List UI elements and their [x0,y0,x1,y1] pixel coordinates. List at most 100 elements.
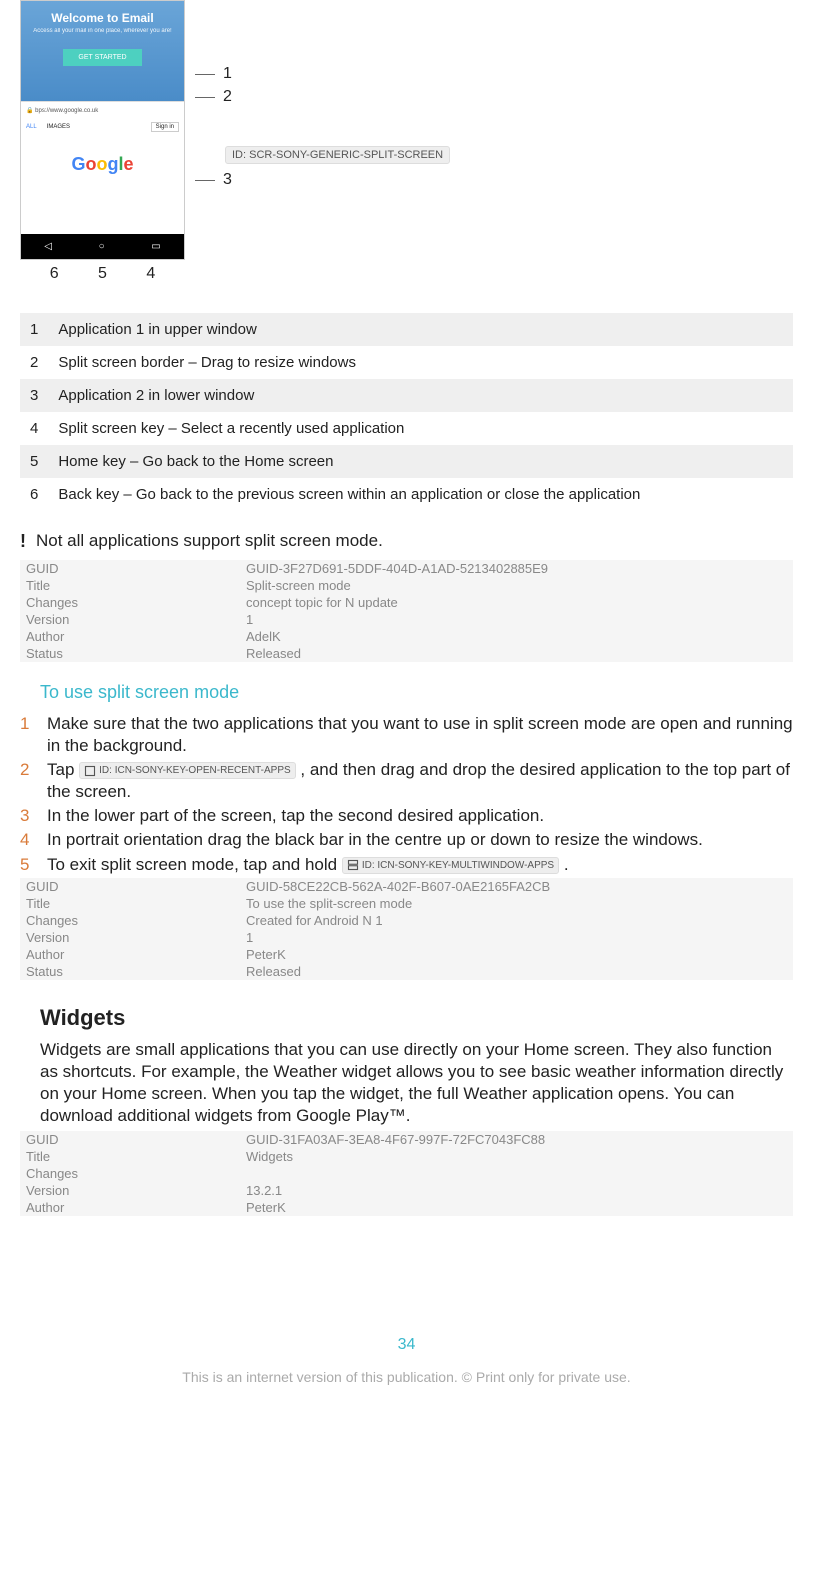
meta-label: Author [20,628,240,645]
meta-value: Released [240,645,793,662]
recent-apps-icon: ID: ICN-SONY-KEY-OPEN-RECENT-APPS [79,762,296,779]
meta-value: Created for Android N 1 [240,912,793,929]
page-number: 34 [20,1336,793,1354]
phone-mockup: Welcome to Email Access all your mail in… [20,0,185,260]
meta-label: Changes [20,912,240,929]
meta-label: GUID [20,560,240,577]
step-text: To exit split screen mode, tap and hold … [47,854,793,876]
callout-3: 3 [223,171,232,189]
meta-value: GUID-58CE22CB-562A-402F-B607-0AE2165FA2C… [240,878,793,895]
legend-num: 4 [20,412,48,445]
meta-value: GUID-31FA03AF-3EA8-4F67-997F-72FC7043FC8… [240,1131,793,1148]
step-number: 5 [20,854,32,876]
lock-icon: 🔒 [26,107,33,114]
callout-1: 1 [223,65,232,83]
meta-value: 13.2.1 [240,1182,793,1199]
tab-all: ALL [26,124,37,130]
legend-text: Home key – Go back to the Home screen [48,445,793,478]
footer-note: This is an internet version of this publ… [20,1369,793,1405]
meta-value: Released [240,963,793,980]
meta-value: AdelK [240,628,793,645]
meta-label: GUID [20,878,240,895]
callout-4: 4 [146,265,155,283]
meta-label: Author [20,1199,240,1216]
legend-text: Application 2 in lower window [48,379,793,412]
metadata-table-3: GUIDGUID-31FA03AF-3EA8-4F67-997F-72FC704… [20,1131,793,1216]
callout-2: 2 [223,88,232,106]
meta-value: PeterK [240,1199,793,1216]
meta-label: Version [20,611,240,628]
step-text: Make sure that the two applications that… [47,713,793,757]
legend-num: 3 [20,379,48,412]
legend-table: 1Application 1 in upper window 2Split sc… [20,313,793,511]
legend-num: 5 [20,445,48,478]
icon-id: ID: ICN-SONY-KEY-MULTIWINDOW-APPS [362,859,554,872]
step-text: In portrait orientation drag the black b… [47,829,793,851]
meta-label: Title [20,577,240,594]
step-text-part: Tap [47,760,79,779]
step-number: 1 [20,713,32,757]
multiwindow-icon: ID: ICN-SONY-KEY-MULTIWINDOW-APPS [342,857,559,874]
note-text: Not all applications support split scree… [36,531,383,551]
nav-bar: ◁ ○ ▭ [21,234,184,259]
metadata-table-2: GUIDGUID-58CE22CB-562A-402F-B607-0AE2165… [20,878,793,980]
meta-label: Title [20,895,240,912]
legend-num: 2 [20,346,48,379]
bottom-callouts: 6 5 4 [20,265,185,283]
meta-label: Status [20,645,240,662]
meta-value: PeterK [240,946,793,963]
meta-label: Changes [20,594,240,611]
app1-title: Welcome to Email [26,11,179,25]
callout-5: 5 [98,265,107,283]
meta-value: GUID-3F27D691-5DDF-404D-A1AD-5213402885E… [240,560,793,577]
step-text-part: . [559,855,568,874]
meta-label: Status [20,963,240,980]
meta-value: Widgets [240,1148,793,1165]
recent-key-icon: ▭ [151,241,160,252]
heading-widgets: Widgets [40,1005,793,1031]
legend-text: Split screen key – Select a recently use… [48,412,793,445]
metadata-table-1: GUIDGUID-3F27D691-5DDF-404D-A1AD-5213402… [20,560,793,662]
step-text-part: To exit split screen mode, tap and hold [47,855,342,874]
meta-value: concept topic for N update [240,594,793,611]
steps-list: 1 Make sure that the two applications tha… [20,713,793,876]
meta-label: Changes [20,1165,240,1182]
legend-text: Application 1 in upper window [48,313,793,346]
step-number: 2 [20,759,32,803]
widgets-body: Widgets are small applications that you … [40,1039,793,1127]
icon-id: ID: ICN-SONY-KEY-OPEN-RECENT-APPS [99,764,291,777]
google-logo: Google [21,134,184,195]
figure-split-screen: Welcome to Email Access all your mail in… [20,0,793,283]
meta-label: Version [20,1182,240,1199]
meta-value: 1 [240,611,793,628]
tab-images: IMAGES [47,124,70,130]
meta-value [240,1165,793,1182]
meta-label: GUID [20,1131,240,1148]
url-text: bps://www.google.co.uk [35,108,98,114]
home-key-icon: ○ [99,241,105,252]
meta-label: Version [20,929,240,946]
get-started-button: GET STARTED [63,49,141,66]
signin-button: Sign in [151,122,179,132]
legend-num: 6 [20,478,48,511]
exclamation-icon: ! [20,531,26,552]
meta-value: 1 [240,929,793,946]
note: ! Not all applications support split scr… [20,531,793,552]
meta-label: Author [20,946,240,963]
step-number: 4 [20,829,32,851]
subheading-use-split-screen: To use split screen mode [40,682,793,703]
meta-value: To use the split-screen mode [240,895,793,912]
meta-value: Split-screen mode [240,577,793,594]
screenshot-id-label: ID: SCR-SONY-GENERIC-SPLIT-SCREEN [225,146,450,164]
step-text: In the lower part of the screen, tap the… [47,805,793,827]
back-key-icon: ◁ [44,241,52,252]
side-area: 1 2 ID: SCR-SONY-GENERIC-SPLIT-SCREEN 3 [195,0,450,194]
step-text: Tap ID: ICN-SONY-KEY-OPEN-RECENT-APPS , … [47,759,793,803]
step-number: 3 [20,805,32,827]
legend-num: 1 [20,313,48,346]
legend-text: Back key – Go back to the previous scree… [48,478,793,511]
legend-text: Split screen border – Drag to resize win… [48,346,793,379]
meta-label: Title [20,1148,240,1165]
callout-6: 6 [50,265,59,283]
app1-subtitle: Access all your mail in one place, where… [26,28,179,34]
